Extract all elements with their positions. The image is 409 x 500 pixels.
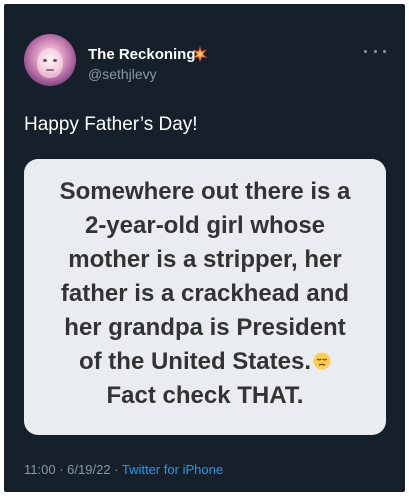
- pensive-face-icon: [313, 352, 331, 370]
- tweet-date[interactable]: 6/19/22: [67, 462, 110, 477]
- collision-icon: [192, 46, 208, 62]
- media-line: 2-year-old girl whose: [84, 212, 326, 239]
- meta-separator: ·: [114, 462, 119, 477]
- display-name[interactable]: The Reckoning: [88, 46, 196, 63]
- avatar-face: [37, 48, 63, 78]
- meta-separator: ·: [59, 462, 64, 477]
- user-handle[interactable]: @sethjlevy: [88, 66, 157, 82]
- tweet-text: Happy Father’s Day!: [24, 114, 198, 135]
- media-line: Fact check THAT.: [106, 382, 304, 409]
- media-line: Somewhere out there is a: [59, 178, 351, 205]
- avatar[interactable]: [24, 34, 76, 86]
- media-line: father is a crackhead and: [60, 280, 350, 307]
- tweet-card: The Reckoning @sethjlevy Happy Father’s …: [4, 4, 405, 492]
- media-line: her grandpa is President: [64, 314, 346, 341]
- media-line-with-emoji: of the United States.: [24, 345, 386, 379]
- tweet-media-image[interactable]: Somewhere out there is a 2-year-old girl…: [24, 159, 386, 435]
- media-line: mother is a stripper, her: [68, 246, 342, 273]
- tweet-time[interactable]: 11:00: [24, 462, 56, 477]
- media-caption: Somewhere out there is a 2-year-old girl…: [24, 175, 386, 413]
- tweet-metadata: 11:00 · 6/19/22 · Twitter for iPhone: [24, 462, 223, 477]
- more-options-icon[interactable]: [364, 45, 386, 57]
- media-line: of the United States.: [78, 348, 312, 375]
- tweet-source-link[interactable]: Twitter for iPhone: [122, 462, 223, 477]
